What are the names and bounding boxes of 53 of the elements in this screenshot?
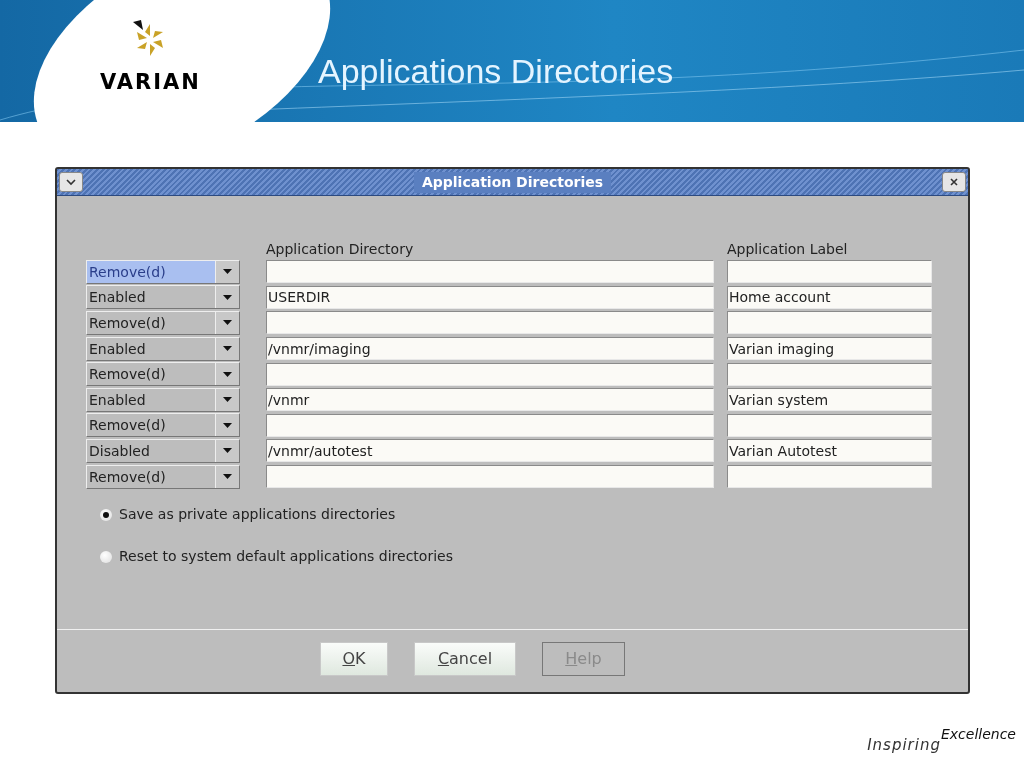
text-field[interactable]: /vnmr/autotest xyxy=(266,439,714,463)
dialog-button[interactable]: Cancel xyxy=(414,642,516,676)
status-dropdown[interactable]: Remove(d) xyxy=(86,464,240,489)
radio-option[interactable]: Reset to system default applications directories xyxy=(100,546,968,568)
text-field[interactable] xyxy=(266,260,714,284)
dropdown-arrow-icon xyxy=(223,269,232,275)
close-button[interactable] xyxy=(942,172,966,192)
text-field[interactable] xyxy=(727,465,932,489)
dropdown-arrow-icon xyxy=(223,474,232,480)
text-field[interactable] xyxy=(727,413,932,437)
dropdown-arrow-icon xyxy=(223,448,232,454)
tagline-text: Excellence xyxy=(940,725,1016,742)
text-field[interactable] xyxy=(727,260,932,284)
status-dropdown[interactable]: Remove(d) xyxy=(86,413,240,438)
dropdown-arrow-icon xyxy=(223,422,232,428)
text-field[interactable] xyxy=(727,362,932,386)
status-dropdown[interactable]: Enabled xyxy=(86,387,240,412)
dropdown-arrow-icon xyxy=(223,320,232,326)
radio-button[interactable] xyxy=(100,550,112,563)
text-field[interactable]: /vnmr xyxy=(266,388,714,412)
text-field[interactable] xyxy=(266,465,714,489)
radio-option[interactable]: Save as private applications directories xyxy=(100,504,968,526)
logo-text: VARIAN xyxy=(100,72,201,93)
dialog-button[interactable]: OK xyxy=(320,642,388,676)
text-field[interactable]: Varian Autotest xyxy=(727,439,932,463)
text-field[interactable]: USERDIR xyxy=(266,285,714,309)
status-dropdown[interactable]: Enabled xyxy=(86,336,240,361)
dropdown-arrow-icon xyxy=(223,346,232,352)
radio-button[interactable] xyxy=(100,508,112,521)
dropdown-arrow-icon xyxy=(223,294,232,300)
status-dropdown[interactable]: Remove(d) xyxy=(86,362,240,387)
column-header: Application Label xyxy=(727,239,848,259)
text-field[interactable]: /vnmr/imaging xyxy=(266,337,714,361)
text-field[interactable] xyxy=(727,311,932,335)
text-field[interactable] xyxy=(266,413,714,437)
dropdown-arrow-icon xyxy=(223,397,232,403)
text-field[interactable] xyxy=(266,311,714,335)
text-field[interactable]: Varian system xyxy=(727,388,932,412)
dropdown-arrow-icon xyxy=(223,371,232,377)
text-field[interactable]: Varian imaging xyxy=(727,337,932,361)
slide-title: Applications Directories xyxy=(318,54,674,88)
text-field[interactable]: Home account xyxy=(727,285,932,309)
status-dropdown[interactable]: Remove(d) xyxy=(86,259,240,284)
status-dropdown[interactable]: Disabled xyxy=(86,438,240,463)
chevron-down-icon xyxy=(66,178,76,186)
menu-button[interactable] xyxy=(59,172,83,192)
status-dropdown[interactable]: Remove(d) xyxy=(86,311,240,335)
window-title: Application Directories xyxy=(413,171,612,193)
status-dropdown[interactable]: Enabled xyxy=(86,285,240,310)
column-header: Application Directory xyxy=(266,239,415,259)
tagline-text: Inspiring xyxy=(867,736,941,756)
text-field[interactable] xyxy=(266,362,714,386)
close-icon xyxy=(950,178,958,186)
